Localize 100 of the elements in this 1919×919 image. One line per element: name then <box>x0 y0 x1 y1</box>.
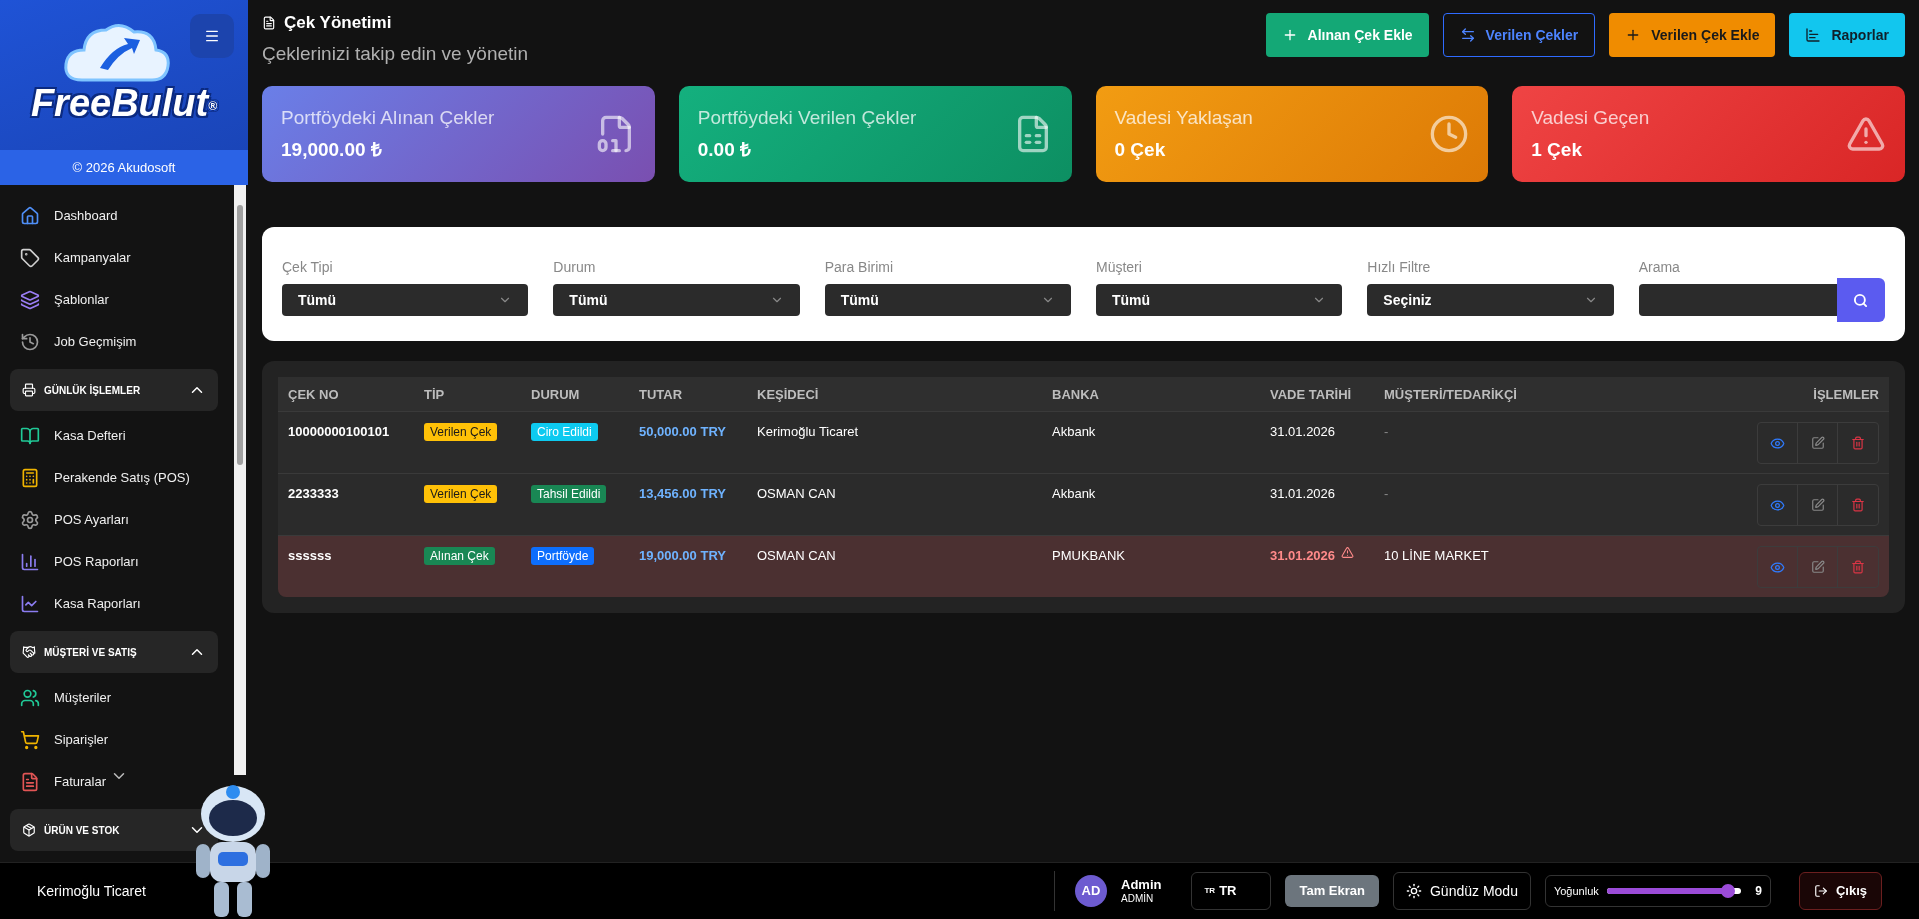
table-cell: Akbank <box>1052 424 1096 439</box>
theme-button[interactable]: Gündüz Modu <box>1392 872 1531 910</box>
layers-icon <box>20 290 40 310</box>
cash-register-icon <box>20 468 40 488</box>
status-tag: Tahsil Edildi <box>531 485 607 503</box>
column-header: DURUM <box>531 387 580 402</box>
edit-icon <box>1810 498 1825 512</box>
header-button[interactable]: Verilen Çek Ekle <box>1609 13 1776 57</box>
gear-icon <box>20 510 40 530</box>
filter-select[interactable]: Tümü <box>553 284 800 316</box>
warning-icon <box>1846 114 1886 154</box>
table-cell: 13,456.00 TRY <box>639 486 726 501</box>
section-header[interactable]: MÜŞTERİ VE SATIŞ <box>10 631 218 673</box>
tag-icon <box>20 248 40 268</box>
language-button[interactable]: TR TR <box>1191 872 1272 910</box>
edit-icon <box>1810 436 1825 450</box>
table-cell-text: 31.01.2026 <box>1270 547 1336 565</box>
menu-icon <box>204 28 220 44</box>
table-cell-text: 31.01.2026 <box>1270 485 1336 503</box>
type-tag: Verilen Çek <box>424 423 498 441</box>
filter-label: Hızlı Filtre <box>1367 258 1432 277</box>
handshake-icon <box>22 645 36 659</box>
section-title: MÜŞTERİ VE SATIŞ <box>44 645 138 660</box>
section-header[interactable]: ÜRÜN VE STOK <box>10 809 218 851</box>
header-button[interactable]: Raporlar <box>1789 13 1905 57</box>
document-icon <box>262 14 276 31</box>
sidebar-item[interactable]: POS Ayarları <box>54 510 129 530</box>
sidebar-item[interactable]: Perakende Satış (POS) <box>54 468 190 488</box>
sidebar-item[interactable]: Kampanyalar <box>54 248 131 268</box>
users-icon <box>20 688 40 708</box>
sidebar-item[interactable]: Dashboard <box>54 206 118 226</box>
column-header: KEŞİDECİ <box>757 387 819 402</box>
column-header: ÇEK NO <box>288 387 339 402</box>
table-cell: 2233333 <box>288 486 339 501</box>
logout-button[interactable]: Çıkış <box>1798 872 1882 910</box>
column-header: TUTAR <box>639 387 683 402</box>
table-cell: - <box>1384 424 1389 439</box>
type-tag: Alınan Çek <box>424 547 495 565</box>
table-cell: - <box>1384 486 1389 501</box>
bar-chart-icon <box>20 552 40 572</box>
filter-select[interactable]: Tümü <box>1096 284 1343 316</box>
column-header: BANKA <box>1052 387 1099 402</box>
page-title: Çek Yönetimi <box>284 12 392 34</box>
filter-select[interactable]: Tümü <box>824 284 1071 316</box>
table-cell: PMUKBANK <box>1052 548 1125 563</box>
edit-icon <box>1810 560 1825 574</box>
table-cell: OSMAN CAN <box>757 548 836 563</box>
stat-label: Portföydeki Verilen Çekler <box>697 105 917 130</box>
table-cell: Akbank <box>1052 486 1096 501</box>
filter-select[interactable]: Tümü <box>282 284 529 316</box>
eye-icon <box>1770 559 1785 575</box>
table-cell: 50,000.00 TRY <box>639 424 726 439</box>
history-icon <box>20 332 40 352</box>
density-label: Yoğunluk <box>1553 883 1599 899</box>
filter-select[interactable]: Seçiniz <box>1367 284 1614 316</box>
user-avatar: AD <box>1075 875 1107 907</box>
clock-icon <box>1429 114 1470 154</box>
search-button[interactable] <box>1837 278 1885 322</box>
sidebar-item[interactable]: Kasa Raporları <box>54 594 141 614</box>
printer-icon <box>22 383 36 397</box>
column-header: VADE TARİHİ <box>1270 387 1352 402</box>
company-name: Kerimoğlu Ticaret <box>37 881 146 901</box>
document-icon <box>20 772 40 792</box>
sidebar-item[interactable]: Kasa Defteri <box>54 426 126 446</box>
sidebar-item[interactable]: Müşteriler <box>54 688 112 708</box>
table-cell: Kerimoğlu Ticaret <box>757 424 859 439</box>
swap-icon <box>1459 27 1476 43</box>
sidebar-item[interactable]: Job Geçmişim <box>54 332 137 352</box>
section-title: ÜRÜN VE STOK <box>44 823 121 838</box>
section-header[interactable]: GÜNLÜK İŞLEMLER <box>10 369 218 411</box>
column-header: MÜŞTERİ/TEDARİKÇİ <box>1384 387 1517 402</box>
fullscreen-button[interactable]: Tam Ekran <box>1285 875 1379 907</box>
column-header: İŞLEMLER <box>1813 387 1879 402</box>
table-cell: 10000000100101 <box>288 424 390 439</box>
table-cell: ssssss <box>288 548 332 563</box>
type-tag: Verilen Çek <box>424 485 498 503</box>
filter-label: Müşteri <box>1096 258 1143 277</box>
filter-label: Para Birimi <box>824 258 895 277</box>
header-button[interactable]: Verilen Çekler <box>1442 13 1596 57</box>
section-title: GÜNLÜK İŞLEMLER <box>44 383 142 398</box>
density-value: 9 <box>1755 883 1762 900</box>
logout-icon <box>1813 884 1828 898</box>
table-cell: 19,000.00 TRY <box>639 548 726 563</box>
page-subtitle: Çeklerinizi takip edin ve yönetin <box>262 41 529 66</box>
stat-value: 0.00 ₺ <box>697 138 752 162</box>
stat-label: Vadesi Yaklaşan <box>1114 105 1253 130</box>
warning-icon <box>1341 546 1355 559</box>
trash-icon <box>1851 498 1865 512</box>
brand-logo-text: FreeBulut$^{®}$ <box>30 84 218 122</box>
user-name: Admin <box>1121 876 1162 892</box>
menu-toggle-button[interactable] <box>190 14 234 58</box>
user-role: ADMİN <box>1121 892 1155 906</box>
search-field[interactable] <box>1638 284 1837 316</box>
sidebar-item[interactable]: Şablonlar <box>54 290 109 310</box>
sun-icon <box>1405 883 1422 899</box>
sidebar-item[interactable]: Faturalar <box>54 772 107 792</box>
copyright-bar: © 2026 Akudosoft <box>0 150 248 185</box>
sidebar-item[interactable]: POS Raporları <box>54 552 139 572</box>
sidebar-item[interactable]: Siparişler <box>54 730 109 750</box>
eye-icon <box>1770 497 1785 513</box>
